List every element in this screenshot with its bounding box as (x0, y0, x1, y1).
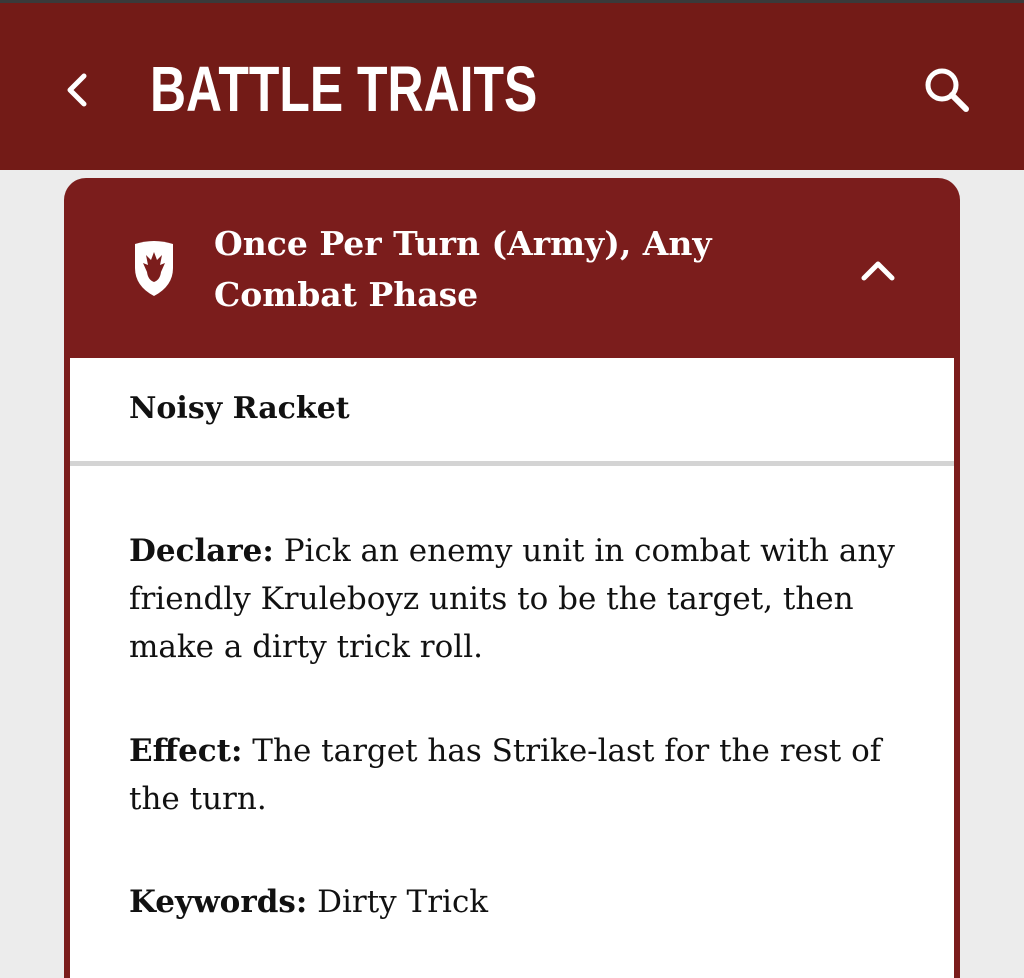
chevron-left-icon (67, 73, 87, 107)
search-button[interactable] (912, 59, 984, 123)
declare-paragraph: Declare: Pick an enemy unit in combat wi… (129, 527, 909, 671)
chevron-up-icon (861, 261, 895, 281)
back-button[interactable] (52, 55, 102, 125)
effect-label: Effect: (129, 733, 243, 769)
collapse-button[interactable] (850, 246, 906, 294)
search-icon (925, 68, 969, 112)
declare-label: Declare: (129, 533, 274, 569)
shield-flame-icon (135, 241, 173, 296)
effect-text: The target has Strike-last for the rest … (129, 733, 882, 817)
card-header[interactable]: Once Per Turn (Army), Any Combat Phase (64, 178, 960, 358)
ability-name: Noisy Racket (129, 391, 350, 426)
app-bar: BATTLE TRAITS (0, 0, 1024, 170)
effect-paragraph: Effect: The target has Strike-last for t… (129, 727, 909, 823)
page-title: BATTLE TRAITS (150, 53, 538, 125)
phase-title: Once Per Turn (Army), Any Combat Phase (214, 224, 712, 314)
keywords-text: Dirty Trick (317, 884, 489, 920)
keywords-paragraph: Keywords: Dirty Trick (129, 878, 909, 926)
keywords-label: Keywords: (129, 884, 308, 920)
